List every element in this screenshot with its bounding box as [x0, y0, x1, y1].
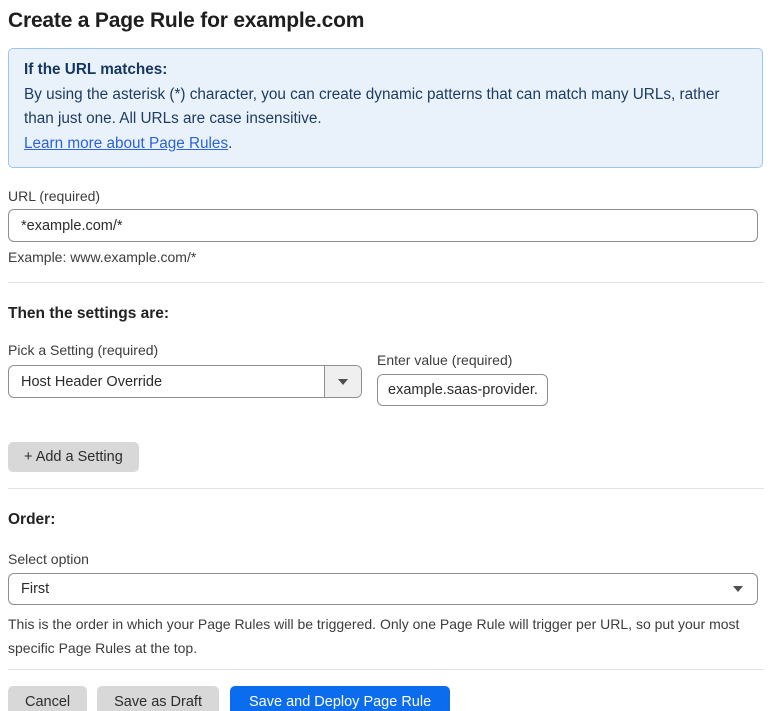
order-select-label: Select option [8, 551, 89, 567]
page-rule-form: Create a Page Rule for example.com If th… [0, 9, 772, 711]
save-and-deploy-button[interactable]: Save and Deploy Page Rule [229, 686, 451, 711]
url-example-text: Example: www.example.com/* [8, 249, 197, 265]
info-box-body: By using the asterisk (*) character, you… [24, 85, 720, 128]
order-section-heading: Order: [8, 511, 56, 528]
chevron-down-icon [338, 378, 348, 385]
settings-section-heading: Then the settings are: [8, 305, 170, 322]
url-input[interactable] [8, 209, 758, 242]
setting-dropdown[interactable]: Host Header Override [8, 365, 362, 398]
chevron-down-icon [733, 586, 743, 592]
enter-value-column: Enter value (required) [377, 342, 548, 406]
footer-actions: Cancel Save as Draft Save and Deploy Pag… [8, 686, 764, 711]
setting-dropdown-arrow-button[interactable] [324, 366, 361, 397]
info-box-heading: If the URL matches: [24, 61, 168, 78]
add-setting-button[interactable]: + Add a Setting [8, 442, 139, 472]
settings-row: Pick a Setting (required) Host Header Ov… [8, 342, 764, 406]
link-period: . [228, 134, 233, 152]
order-dropdown[interactable]: First [8, 573, 758, 605]
url-label: URL (required) [8, 188, 101, 204]
setting-dropdown-value: Host Header Override [21, 373, 163, 390]
divider [8, 282, 764, 283]
setting-value-input[interactable] [377, 374, 548, 406]
url-match-info-box: If the URL matches: By using the asteris… [8, 48, 763, 168]
pick-setting-label: Pick a Setting (required) [8, 342, 159, 358]
pick-setting-column: Pick a Setting (required) Host Header Ov… [8, 342, 362, 406]
divider [8, 488, 764, 489]
order-dropdown-value: First [21, 581, 50, 597]
order-help-text: This is the order in which your Page Rul… [8, 616, 740, 656]
page-title: Create a Page Rule for example.com [8, 9, 365, 32]
info-box-link-line: Learn more about Page Rules. [24, 132, 747, 157]
learn-more-link[interactable]: Learn more about Page Rules [24, 135, 228, 152]
cancel-button[interactable]: Cancel [8, 686, 88, 711]
divider [8, 669, 764, 670]
enter-value-label: Enter value (required) [377, 352, 513, 368]
save-as-draft-button[interactable]: Save as Draft [97, 686, 219, 711]
